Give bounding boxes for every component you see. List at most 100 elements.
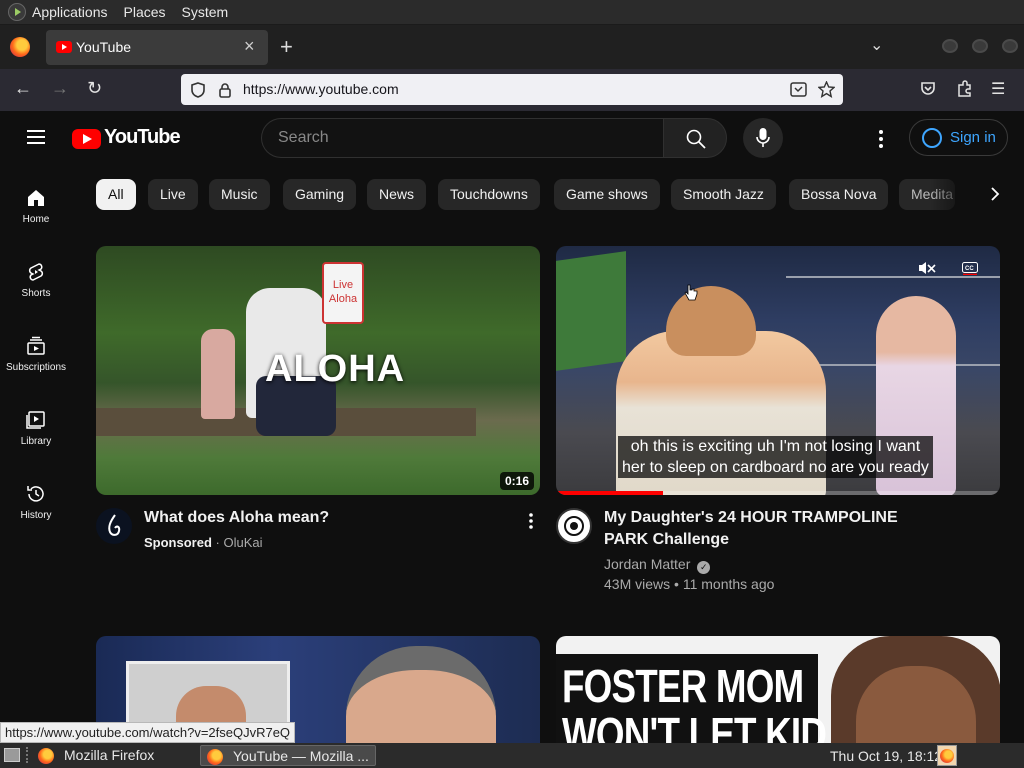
new-tab-button[interactable]: + [280, 34, 293, 60]
jordan-matter-logo-icon [564, 516, 584, 536]
app-menu-button[interactable]: ☰ [991, 79, 1005, 99]
clock[interactable]: Thu Oct 19, 18:12 [830, 748, 942, 764]
panel-handle [26, 747, 28, 763]
firefox-icon [10, 37, 30, 57]
chevron-right-icon[interactable] [989, 187, 1001, 201]
url-text[interactable]: https://www.youtube.com [243, 81, 399, 97]
chip-touchdowns[interactable]: Touchdowns [438, 179, 540, 210]
video-thumbnail-aloha[interactable]: Live Aloha ALOHA 0:16 [96, 246, 540, 495]
sidebar-item-label: Home [22, 214, 50, 225]
os-bottom-panel: Mozilla Firefox YouTube — Mozilla ... Th… [0, 743, 1024, 768]
sign-in-button[interactable]: Sign in [909, 119, 1008, 156]
chip-live[interactable]: Live [148, 179, 198, 210]
sidebar-item-shorts[interactable]: Shorts [0, 262, 72, 336]
video-thumbnail-foster-mom[interactable]: FOSTER MOM WON'T LET KID [556, 636, 1000, 756]
menu-system[interactable]: System [182, 4, 229, 20]
chip-smooth-jazz[interactable]: Smooth Jazz [671, 179, 776, 210]
reader-view-icon[interactable] [790, 82, 807, 97]
voice-search-button[interactable] [743, 118, 783, 158]
menu-places[interactable]: Places [124, 4, 166, 20]
video-progress-fill [556, 491, 663, 495]
lock-icon[interactable] [218, 82, 232, 98]
chip-game-shows[interactable]: Game shows [554, 179, 660, 210]
guide-menu-icon[interactable] [27, 130, 45, 144]
tab-title: YouTube [76, 39, 132, 55]
home-icon [28, 190, 44, 206]
search-button[interactable] [663, 118, 727, 158]
menu-applications[interactable]: Applications [32, 4, 108, 20]
chip-news[interactable]: News [367, 179, 427, 210]
thumbnail-overlay-text: ALOHA [265, 348, 406, 390]
back-button[interactable]: ← [14, 78, 32, 99]
overlay-line: FOSTER MOM [562, 660, 804, 712]
sidebar-item-history[interactable]: History [0, 484, 72, 558]
player-controls: CC [918, 261, 978, 275]
tab-close-button[interactable]: × [244, 36, 255, 57]
browser-nav-bar: ← → ↻ https://www.youtube.com ☰ [0, 69, 1024, 111]
list-all-tabs-button[interactable]: ⌄ [870, 35, 883, 55]
more-actions-icon[interactable] [528, 512, 534, 530]
firefox-icon [207, 749, 223, 765]
channel-name[interactable]: OluKai [223, 535, 262, 550]
channel-line: Jordan Matter ✓ [604, 554, 711, 574]
channel-avatar-olukai[interactable] [96, 508, 132, 544]
muted-speaker-icon[interactable] [918, 261, 936, 275]
video-stats: 43M views • 11 months ago [604, 574, 774, 594]
youtube-logo-icon[interactable] [72, 129, 101, 149]
sidebar-item-home[interactable]: Home [0, 188, 72, 262]
search-icon [686, 129, 706, 149]
thumbnail-title-overlay: FOSTER MOM WON'T LET KID [562, 660, 827, 756]
tracking-protection-shield-icon[interactable] [191, 82, 205, 98]
extensions-puzzle-icon[interactable] [956, 80, 973, 98]
subscriptions-icon [27, 336, 45, 355]
sponsored-label: Sponsored [144, 535, 212, 550]
taskbar-item-firefox[interactable]: Mozilla Firefox [32, 745, 160, 766]
search-input[interactable]: Search [261, 118, 663, 158]
olukai-logo-icon [108, 514, 121, 536]
closed-captions-icon[interactable]: CC [962, 262, 978, 275]
distro-logo-icon[interactable] [8, 3, 26, 21]
verified-badge-icon: ✓ [697, 561, 711, 574]
live-aloha-sign: Live Aloha [322, 262, 364, 324]
meta-separator: • [674, 576, 683, 592]
chip-all[interactable]: All [96, 179, 136, 210]
reload-button[interactable]: ↻ [87, 78, 102, 99]
host-face [346, 646, 496, 756]
youtube-page: YouTube Search Sign in Home Shorts Subsc… [0, 111, 1024, 756]
channel-name[interactable]: Jordan Matter [604, 556, 690, 572]
sidebar-item-library[interactable]: Library [0, 410, 72, 484]
video-title[interactable]: My Daughter's 24 HOUR TRAMPOLINE PARK Ch… [604, 507, 944, 551]
chip-gaming[interactable]: Gaming [283, 179, 357, 210]
firefox-icon [38, 748, 54, 764]
workspace-switcher[interactable] [937, 745, 957, 766]
view-count: 43M views [604, 576, 671, 592]
close-window-button[interactable] [1002, 39, 1018, 53]
show-desktop-icon[interactable] [4, 748, 20, 762]
settings-more-icon[interactable] [878, 129, 884, 149]
boy-head [666, 286, 756, 356]
youtube-logo-text[interactable]: YouTube [104, 126, 181, 149]
video-progress-track[interactable] [556, 491, 1000, 495]
video-title[interactable]: What does Aloha mean? [144, 507, 504, 529]
channel-avatar-jordan-matter[interactable] [556, 508, 592, 544]
account-avatar-icon [922, 128, 942, 148]
chip-music[interactable]: Music [209, 179, 270, 210]
shorts-icon [28, 263, 44, 281]
browser-tab-bar: YouTube × + ⌄ [0, 25, 1024, 69]
chip-bossa-nova[interactable]: Bossa Nova [789, 179, 889, 210]
link-status-preview: https://www.youtube.com/watch?v=2fseQJvR… [0, 722, 296, 743]
taskbar-item-youtube-window[interactable]: YouTube — Mozilla ... [200, 745, 376, 766]
bookmark-star-icon[interactable] [818, 81, 835, 98]
url-bar[interactable]: https://www.youtube.com [181, 74, 843, 105]
sidebar-item-subscriptions[interactable]: Subscriptions [0, 336, 72, 410]
tab-youtube[interactable]: YouTube × [46, 30, 268, 65]
sidebar-item-label: Shorts [21, 288, 51, 299]
minimize-window-button[interactable] [942, 39, 958, 53]
video-thumbnail-trampoline[interactable]: CC oh this is exciting uh I'm not losing… [556, 246, 1000, 495]
forward-button[interactable]: → [51, 78, 69, 99]
sidebar-item-label: Library [20, 436, 52, 447]
pocket-icon[interactable] [920, 81, 936, 97]
chip-fade [930, 179, 970, 210]
sidebar-item-label: History [20, 510, 52, 521]
maximize-window-button[interactable] [972, 39, 988, 53]
